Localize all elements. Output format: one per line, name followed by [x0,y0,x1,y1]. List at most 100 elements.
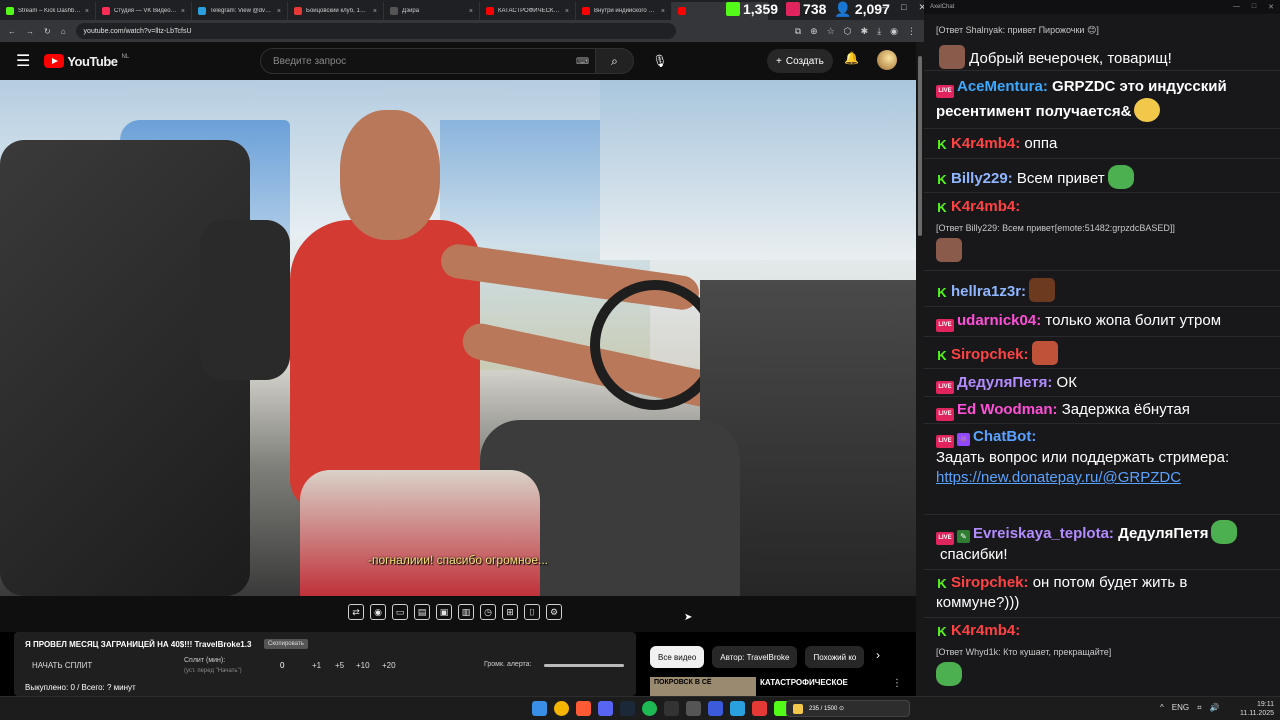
chip-similar[interactable]: Похожий ко [805,646,865,668]
browser-tab[interactable]: Студия — VK Видео Live × [96,2,192,20]
spotify-icon[interactable] [642,701,657,716]
chip-all-videos[interactable]: Все видео [650,646,705,668]
maximize-icon[interactable]: □ [901,2,906,13]
obs-icon[interactable] [664,701,679,716]
kick-badge-icon: K [936,200,948,215]
taskbar-clock[interactable]: 19:11 11.11.2025 [1240,700,1274,718]
browser-tab[interactable]: Stream – Kick Dashboard × [0,2,96,20]
step-plus-5-button[interactable]: +5 [335,661,344,670]
recommendation-title[interactable]: КАТАСТРОФИЧЕСКОЕ [760,678,848,687]
browser-tab[interactable]: КАТАСТРОФИЧЕСКОЕ × [480,2,576,20]
kick-badge-icon: K [936,172,948,187]
user-avatar[interactable] [877,50,897,70]
settings-gear-icon[interactable]: ⚙ [546,604,562,620]
extension-icon[interactable]: ⬡ [844,26,852,37]
hamburger-menu-icon[interactable]: ☰ [16,51,30,71]
zoom-icon[interactable]: ⊕ [810,26,818,37]
telegram-icon[interactable] [730,701,745,716]
chat-minimize-icon[interactable]: — [1233,3,1240,11]
backpack [300,470,540,596]
search-button[interactable]: ⌕ [596,48,634,74]
picture-in-picture-icon[interactable]: ▣ [436,604,452,620]
theater-icon[interactable]: ▥ [458,604,474,620]
puzzle-icon[interactable]: ✱ [861,26,869,37]
screenshot-icon[interactable]: ⌷ [524,604,540,620]
tab-close-icon[interactable]: × [565,8,569,15]
pencil-badge-icon: ✎ [957,530,970,543]
download-icon[interactable]: ⤓ [877,26,881,37]
alert-volume-slider[interactable] [544,664,624,667]
cast-icon[interactable]: ▭ [392,604,408,620]
tab-favicon-icon [294,7,302,15]
viewer-counters: 1,359 738 👤 2,097 [726,0,890,18]
keyboard-icon[interactable]: ⌨ [576,56,589,67]
kick-badge-icon: K [936,576,948,591]
emote-icon [1029,278,1056,302]
tab-close-icon[interactable]: × [181,8,185,15]
loop-icon[interactable]: ⇄ [348,604,364,620]
taskbar-widget[interactable]: 235 / 1500 ⊙ [786,700,910,717]
video-player[interactable]: -погналиии! спасибо огромное... [0,80,916,596]
add-icon[interactable]: ⊞ [502,604,518,620]
step-plus-20-button[interactable]: +20 [382,661,396,670]
reload-icon[interactable]: ↻ [44,27,51,36]
more-options-icon[interactable]: ⋮ [892,678,902,689]
speed-icon[interactable]: ◷ [480,604,496,620]
forward-icon[interactable]: → [26,27,34,36]
firefox-icon[interactable] [576,701,591,716]
tab-close-icon[interactable]: × [373,8,377,15]
chat-maximize-icon[interactable]: □ [1252,3,1256,11]
back-icon[interactable]: ← [8,27,16,36]
network-icon[interactable]: ⌗ [1197,703,1202,713]
step-plus-10-button[interactable]: +10 [356,661,370,670]
volume-icon[interactable]: 🔊 [1210,703,1220,713]
notifications-bell-icon[interactable]: 🔔 [844,51,859,65]
youtube-app-icon[interactable] [752,701,767,716]
kick-icon [726,2,740,16]
install-icon[interactable]: ⧉ [795,26,801,37]
browser-tab[interactable]: Внутри индийского ф... × [576,2,672,20]
recommendation-thumbnail[interactable]: ПОКРОВСК В СЁ [650,677,756,696]
step-plus-1-button[interactable]: +1 [312,661,321,670]
home-icon[interactable]: ⌂ [61,27,66,36]
start-split-button[interactable]: НАЧАТЬ СПЛИТ [32,661,92,670]
tab-close-icon[interactable]: × [85,8,89,15]
windows-start-icon[interactable] [532,701,547,716]
bookmark-star-icon[interactable]: ☆ [827,26,835,37]
media-player-icon[interactable] [708,701,723,716]
emote-icon [1134,98,1161,122]
browser-tab[interactable]: Дзи́ра × [384,2,480,20]
split-minutes-value[interactable]: 0 [280,661,284,670]
chevron-up-icon[interactable]: ^ [1160,703,1164,713]
tab-close-icon[interactable]: × [277,8,281,15]
create-button[interactable]: + Создать [767,49,833,73]
player-extension-controls: ⇄ ◉ ▭ ▤ ▣ ▥ ◷ ⊞ ⌷ ⚙ [0,596,916,632]
donate-link[interactable]: https://new.donatepay.ru/@GRPZDC [936,469,1181,486]
tab-close-icon[interactable]: × [469,8,473,15]
language-indicator[interactable]: ENG [1172,703,1189,713]
youtube-logo[interactable]: YouTube NL [44,54,129,69]
discord-icon[interactable] [598,701,613,716]
browser-tab[interactable]: Бойцовский клуб, 1999 × [288,2,384,20]
clip-icon[interactable]: ▤ [414,604,430,620]
scrollbar-thumb[interactable] [918,56,922,236]
live-badge-icon: LIVE [936,408,954,421]
chrome-icon[interactable] [554,701,569,716]
browser-tab[interactable]: Telegram: View @dvach × [192,2,288,20]
emote-icon [1031,341,1058,365]
chat-close-icon[interactable]: ✕ [1268,3,1274,11]
minimize-icon[interactable]: — [880,2,889,13]
chip-author[interactable]: Автор: TravelBroke [712,646,798,668]
voice-search-button[interactable]: 🎙 [648,49,672,73]
chat-message: LIVE AceMentura: GRPZDC это индусский рес… [936,78,1227,122]
browser-menu-icon[interactable]: ⋮ [907,26,916,37]
app-icon[interactable] [686,701,701,716]
steam-icon[interactable] [620,701,635,716]
search-input[interactable] [260,48,596,74]
tab-close-icon[interactable]: × [661,8,665,15]
profile-icon[interactable]: ◉ [890,26,898,37]
chevron-right-icon[interactable]: › [876,648,880,662]
copy-button[interactable]: Скопировать [264,639,308,649]
broadcast-icon[interactable]: ◉ [370,604,386,620]
url-field[interactable]: youtube.com/watch?v=lltz-LbTcfsU [75,23,676,39]
